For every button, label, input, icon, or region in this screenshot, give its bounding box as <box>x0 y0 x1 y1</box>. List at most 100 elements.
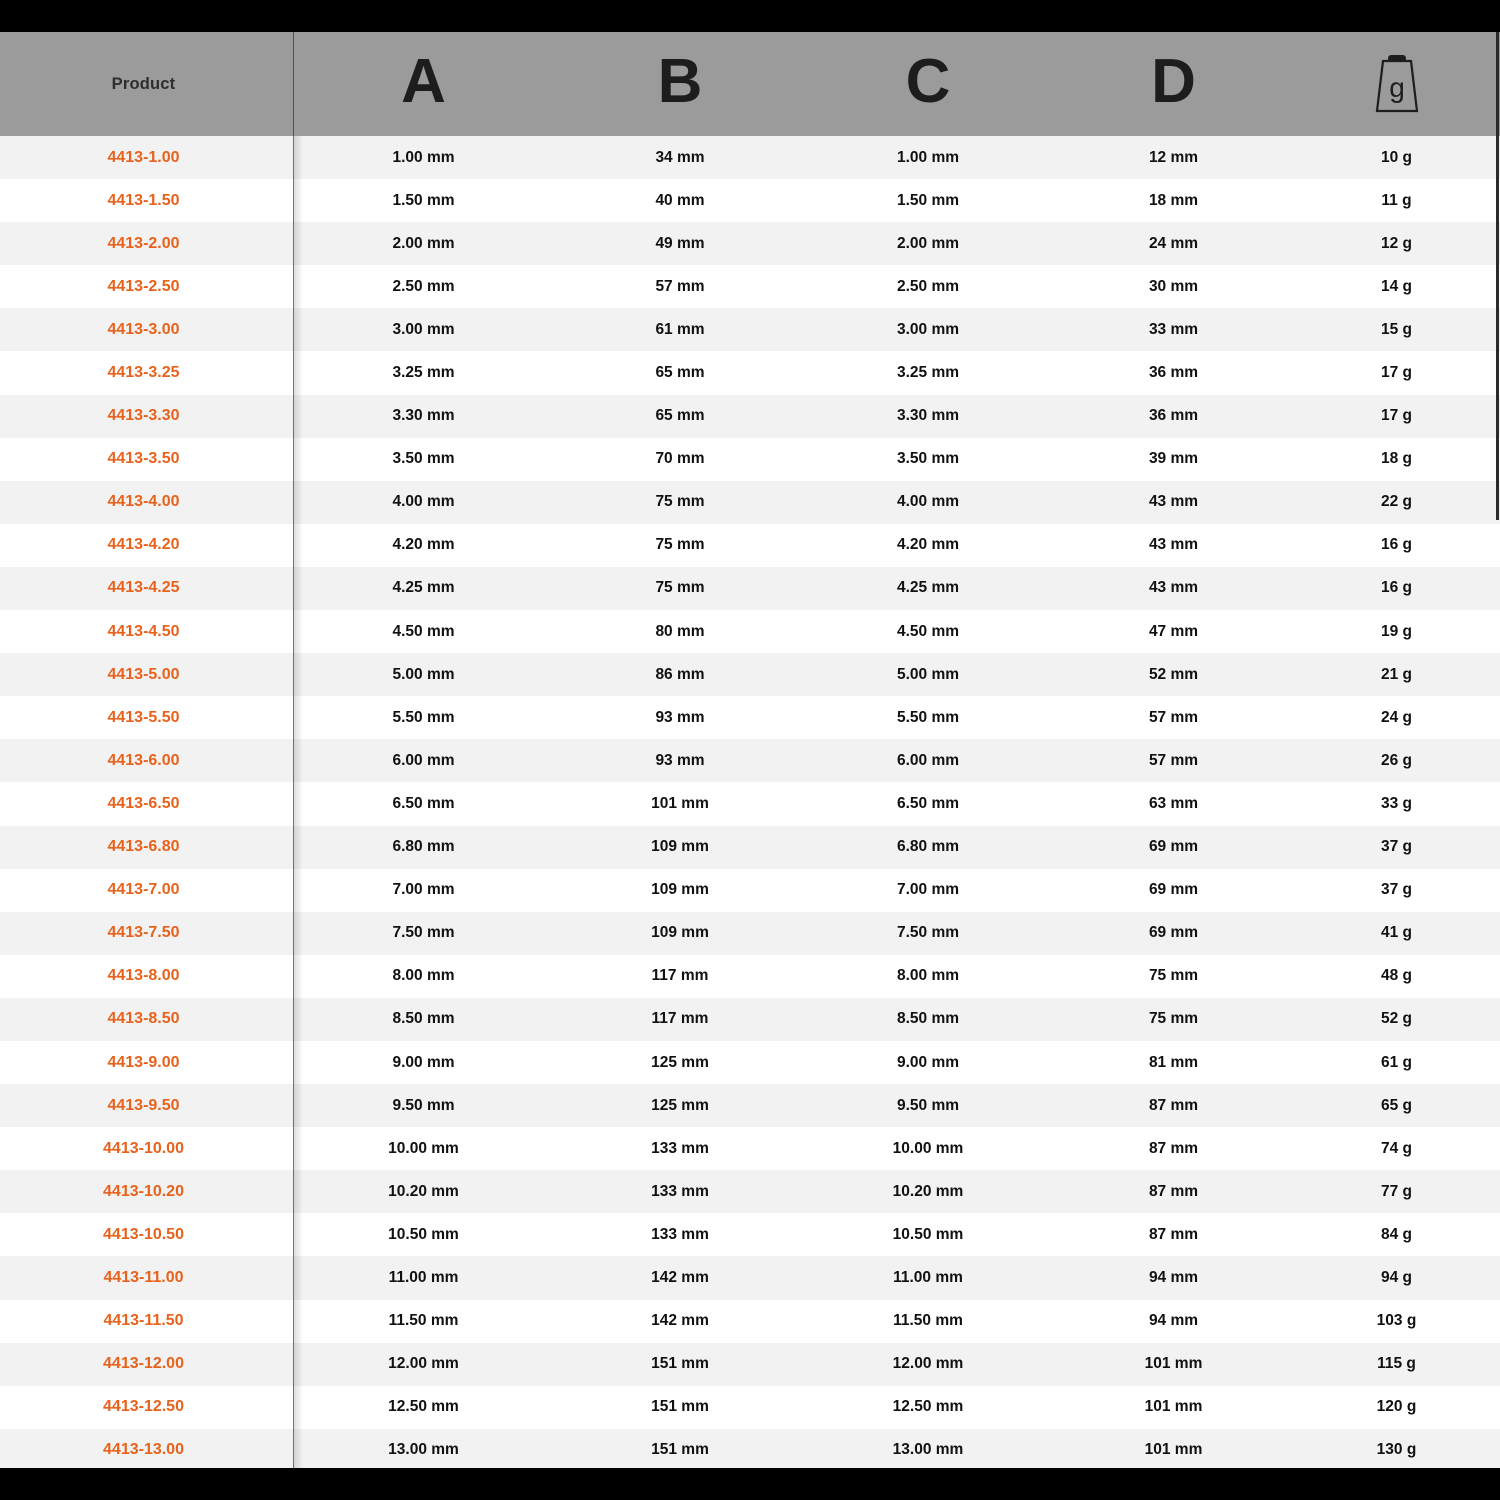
table-row[interactable]: 4413-12.50 12.50 mm 151 mm 12.50 mm 101 mm 12… <box>0 1385 1500 1429</box>
cell-c: 4.25 mm <box>806 566 1054 611</box>
cell-d: 69 mm <box>1054 911 1297 955</box>
product-code-link[interactable]: 4413-3.30 <box>0 394 293 438</box>
product-code-link[interactable]: 4413-1.00 <box>0 136 293 180</box>
column-header-d[interactable]: D <box>1054 32 1297 136</box>
cell-d: 30 mm <box>1054 265 1297 309</box>
product-code-link[interactable]: 4413-2.00 <box>0 222 293 266</box>
cell-b: 75 mm <box>558 480 806 524</box>
table-row[interactable]: 4413-4.00 4.00 mm 75 mm 4.00 mm 43 mm 22 g <box>0 480 1500 524</box>
table-row[interactable]: 4413-8.00 8.00 mm 117 mm 8.00 mm 75 mm 48 g <box>0 954 1500 998</box>
spec-table-viewport[interactable]: Product A B C D g 4413-1.00 1.00 mm 34 m… <box>0 32 1500 1468</box>
table-row[interactable]: 4413-10.00 10.00 mm 133 mm 10.00 mm 87 mm 74 … <box>0 1127 1500 1171</box>
cell-c: 7.50 mm <box>806 911 1054 955</box>
product-code-link[interactable]: 4413-4.25 <box>0 566 293 611</box>
cell-a: 7.50 mm <box>293 911 558 955</box>
column-header-b[interactable]: B <box>558 32 806 136</box>
table-row[interactable]: 4413-4.25 4.25 mm 75 mm 4.25 mm 43 mm 16 g <box>0 566 1500 611</box>
table-row[interactable]: 4413-6.50 6.50 mm 101 mm 6.50 mm 63 mm 33 g <box>0 782 1500 826</box>
table-row[interactable]: 4413-1.00 1.00 mm 34 mm 1.00 mm 12 mm 10 g <box>0 136 1500 180</box>
product-code-link[interactable]: 4413-4.50 <box>0 610 293 654</box>
cell-d: 81 mm <box>1054 1040 1297 1085</box>
table-row[interactable]: 4413-7.50 7.50 mm 109 mm 7.50 mm 69 mm 41 g <box>0 911 1500 955</box>
cell-d: 36 mm <box>1054 394 1297 438</box>
product-code-link[interactable]: 4413-7.50 <box>0 911 293 955</box>
vertical-scrollbar-thumb[interactable] <box>1496 32 1499 520</box>
product-code-link[interactable]: 4413-6.80 <box>0 825 293 869</box>
product-code-link[interactable]: 4413-11.00 <box>0 1256 293 1300</box>
cell-c: 10.50 mm <box>806 1213 1054 1257</box>
cell-c: 2.00 mm <box>806 222 1054 266</box>
cell-c: 13.00 mm <box>806 1428 1054 1468</box>
product-code-link[interactable]: 4413-10.00 <box>0 1127 293 1171</box>
cell-g: 61 g <box>1297 1040 1500 1085</box>
table-header-row: Product A B C D g <box>0 32 1500 136</box>
cell-b: 117 mm <box>558 997 806 1041</box>
table-row[interactable]: 4413-6.80 6.80 mm 109 mm 6.80 mm 69 mm 37 g <box>0 825 1500 869</box>
table-row[interactable]: 4413-1.50 1.50 mm 40 mm 1.50 mm 18 mm 11 g <box>0 179 1500 223</box>
product-code-link[interactable]: 4413-4.00 <box>0 480 293 524</box>
product-code-link[interactable]: 4413-1.50 <box>0 179 293 223</box>
table-row[interactable]: 4413-5.50 5.50 mm 93 mm 5.50 mm 57 mm 24 g <box>0 696 1500 740</box>
column-header-a[interactable]: A <box>293 32 558 136</box>
product-code-link[interactable]: 4413-9.50 <box>0 1084 293 1128</box>
product-code-link[interactable]: 4413-3.00 <box>0 308 293 352</box>
product-code-link[interactable]: 4413-6.00 <box>0 739 293 783</box>
product-code-link[interactable]: 4413-5.00 <box>0 653 293 697</box>
cell-d: 75 mm <box>1054 954 1297 998</box>
cell-b: 109 mm <box>558 868 806 912</box>
cell-b: 57 mm <box>558 265 806 309</box>
vertical-scrollbar[interactable] <box>1490 32 1500 1468</box>
cell-b: 125 mm <box>558 1040 806 1085</box>
product-code-link[interactable]: 4413-5.50 <box>0 696 293 740</box>
product-code-link[interactable]: 4413-7.00 <box>0 868 293 912</box>
product-code-link[interactable]: 4413-12.50 <box>0 1385 293 1429</box>
cell-b: 75 mm <box>558 566 806 611</box>
column-header-c[interactable]: C <box>806 32 1054 136</box>
table-row[interactable]: 4413-4.50 4.50 mm 80 mm 4.50 mm 47 mm 19 g <box>0 610 1500 654</box>
cell-d: 87 mm <box>1054 1127 1297 1171</box>
product-code-link[interactable]: 4413-8.50 <box>0 997 293 1041</box>
product-code-link[interactable]: 4413-8.00 <box>0 954 293 998</box>
column-header-product[interactable]: Product <box>0 32 293 136</box>
cell-g: 17 g <box>1297 394 1500 438</box>
table-row[interactable]: 4413-2.00 2.00 mm 49 mm 2.00 mm 24 mm 12 g <box>0 222 1500 266</box>
table-row[interactable]: 4413-8.50 8.50 mm 117 mm 8.50 mm 75 mm 52 g <box>0 997 1500 1041</box>
product-code-link[interactable]: 4413-12.00 <box>0 1342 293 1386</box>
table-row[interactable]: 4413-13.00 13.00 mm 151 mm 13.00 mm 101 mm 13… <box>0 1428 1500 1468</box>
product-code-link[interactable]: 4413-3.25 <box>0 351 293 395</box>
table-row[interactable]: 4413-2.50 2.50 mm 57 mm 2.50 mm 30 mm 14 g <box>0 265 1500 309</box>
product-code-link[interactable]: 4413-3.50 <box>0 437 293 481</box>
table-row[interactable]: 4413-7.00 7.00 mm 109 mm 7.00 mm 69 mm 37 g <box>0 868 1500 912</box>
product-code-link[interactable]: 4413-10.20 <box>0 1170 293 1214</box>
product-code-link[interactable]: 4413-4.20 <box>0 523 293 567</box>
table-row[interactable]: 4413-3.00 3.00 mm 61 mm 3.00 mm 33 mm 15 g <box>0 308 1500 352</box>
table-row[interactable]: 4413-3.30 3.30 mm 65 mm 3.30 mm 36 mm 17 g <box>0 394 1500 438</box>
cell-c: 10.20 mm <box>806 1170 1054 1214</box>
cell-c: 7.00 mm <box>806 868 1054 912</box>
table-row[interactable]: 4413-11.00 11.00 mm 142 mm 11.00 mm 94 mm 94 … <box>0 1256 1500 1300</box>
table-row[interactable]: 4413-10.50 10.50 mm 133 mm 10.50 mm 87 mm 84 … <box>0 1213 1500 1257</box>
table-row[interactable]: 4413-12.00 12.00 mm 151 mm 12.00 mm 101 mm 11… <box>0 1342 1500 1386</box>
product-code-link[interactable]: 4413-2.50 <box>0 265 293 309</box>
table-row[interactable]: 4413-5.00 5.00 mm 86 mm 5.00 mm 52 mm 21 g <box>0 653 1500 697</box>
product-code-link[interactable]: 4413-9.00 <box>0 1040 293 1085</box>
table-row[interactable]: 4413-11.50 11.50 mm 142 mm 11.50 mm 94 mm 103… <box>0 1299 1500 1343</box>
cell-a: 11.50 mm <box>293 1299 558 1343</box>
cell-g: 17 g <box>1297 351 1500 395</box>
product-code-link[interactable]: 4413-10.50 <box>0 1213 293 1257</box>
table-row[interactable]: 4413-9.50 9.50 mm 125 mm 9.50 mm 87 mm 65 g <box>0 1084 1500 1128</box>
product-code-link[interactable]: 4413-6.50 <box>0 782 293 826</box>
table-row[interactable]: 4413-9.00 9.00 mm 125 mm 9.00 mm 81 mm 61 g <box>0 1040 1500 1085</box>
product-code-link[interactable]: 4413-11.50 <box>0 1299 293 1343</box>
product-code-link[interactable]: 4413-13.00 <box>0 1428 293 1468</box>
table-row[interactable]: 4413-3.25 3.25 mm 65 mm 3.25 mm 36 mm 17 g <box>0 351 1500 395</box>
table-row[interactable]: 4413-10.20 10.20 mm 133 mm 10.20 mm 87 mm 77 … <box>0 1170 1500 1214</box>
column-header-weight[interactable]: g <box>1297 32 1500 136</box>
cell-g: 24 g <box>1297 696 1500 740</box>
cell-a: 3.25 mm <box>293 351 558 395</box>
table-row[interactable]: 4413-3.50 3.50 mm 70 mm 3.50 mm 39 mm 18 g <box>0 437 1500 481</box>
cell-d: 43 mm <box>1054 480 1297 524</box>
table-row[interactable]: 4413-4.20 4.20 mm 75 mm 4.20 mm 43 mm 16 g <box>0 523 1500 567</box>
cell-a: 10.50 mm <box>293 1213 558 1257</box>
table-row[interactable]: 4413-6.00 6.00 mm 93 mm 6.00 mm 57 mm 26 g <box>0 739 1500 783</box>
